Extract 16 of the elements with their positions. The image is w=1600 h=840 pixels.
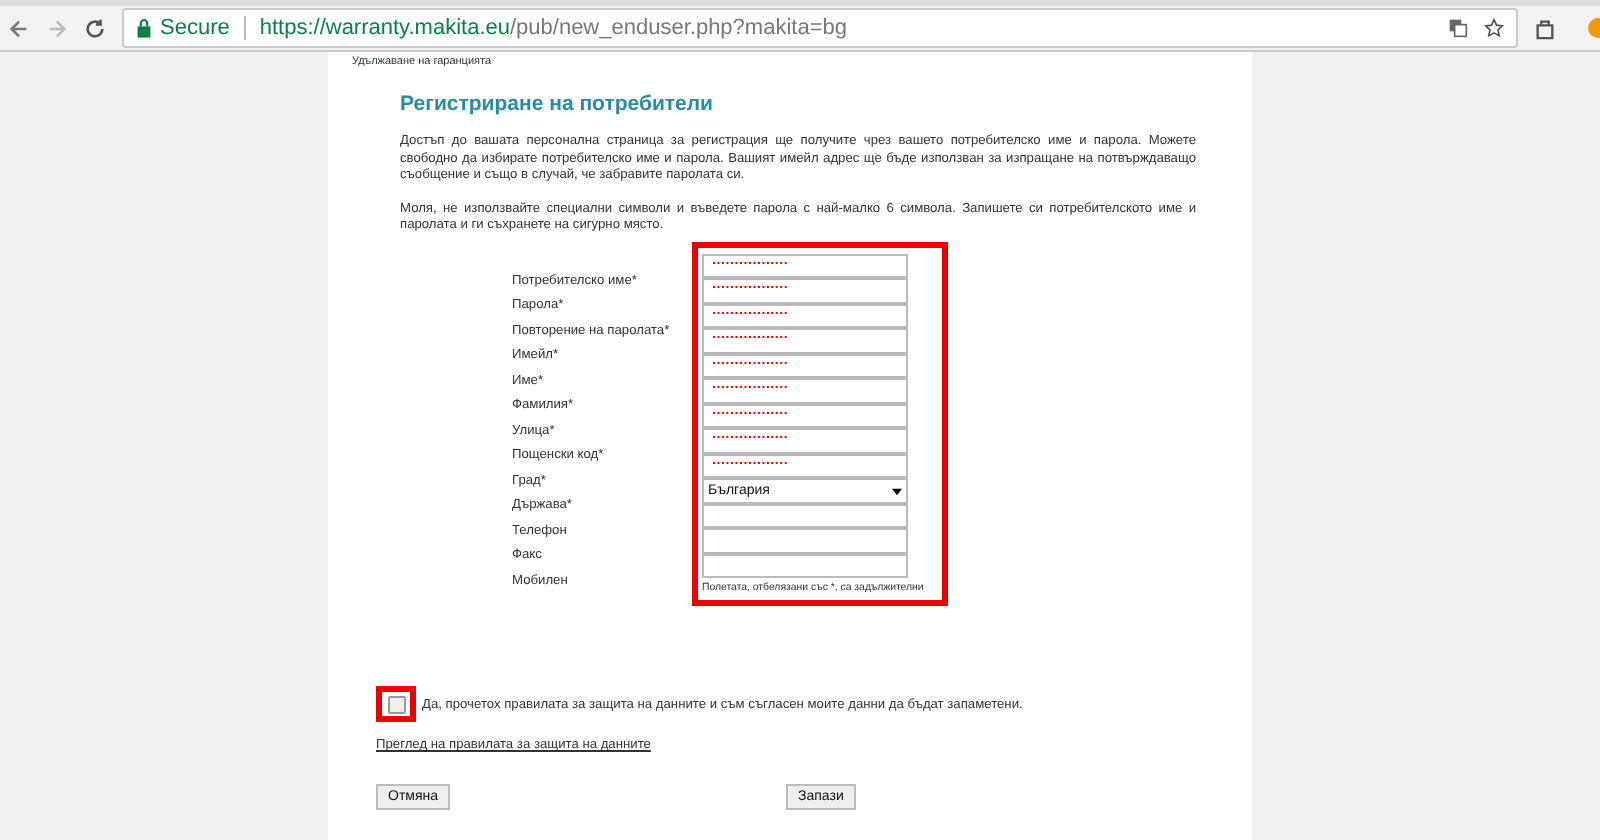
forward-icon[interactable] — [46, 17, 68, 39]
page-heading: Регистриране на потребители — [400, 92, 716, 116]
consent-checkbox[interactable] — [387, 695, 405, 714]
lock-icon — [136, 18, 152, 38]
extension-icon[interactable] — [1534, 17, 1556, 39]
secure-label: Secure — [160, 16, 230, 40]
input-field[interactable] — [702, 503, 908, 529]
input-field[interactable] — [702, 553, 908, 579]
input-field[interactable] — [702, 528, 908, 554]
back-icon[interactable] — [8, 17, 30, 39]
caret-icon — [892, 487, 902, 496]
star-icon[interactable] — [1484, 18, 1504, 38]
reload-icon[interactable] — [84, 17, 106, 39]
url-text: https://warranty.makita.eu/pub/new_enduser.php?makita=bg — [259, 16, 847, 40]
translate-icon[interactable] — [1448, 18, 1468, 38]
address-bar[interactable]: Secure https://warranty.makita.eu/pub/new_enduser.php?makita=bg — [122, 8, 1518, 48]
